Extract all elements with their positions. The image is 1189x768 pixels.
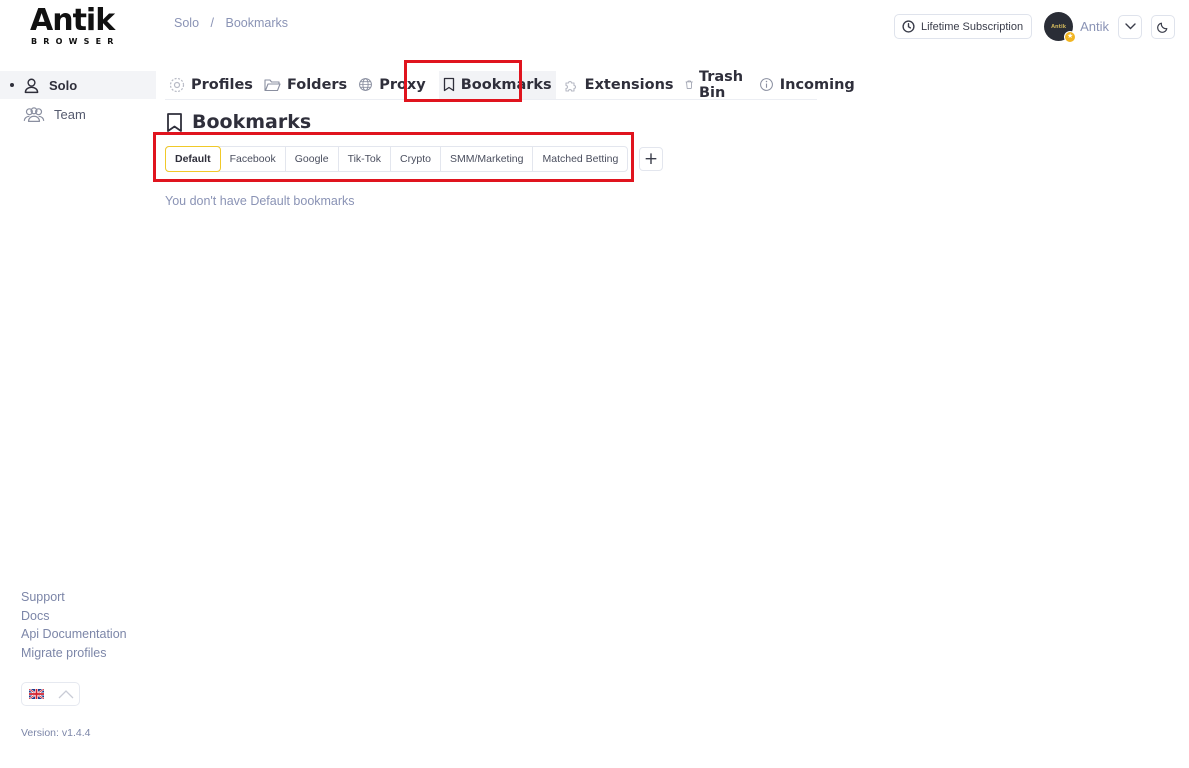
migrate-profiles-link[interactable]: Migrate profiles — [21, 644, 127, 663]
logo-wordmark: Antik — [30, 3, 115, 38]
sidebar-item-solo[interactable]: Solo — [0, 71, 156, 99]
user-icon — [24, 78, 39, 93]
tab-label: Profiles — [191, 76, 253, 93]
folder-icon — [264, 78, 281, 91]
chevron-up-icon — [58, 689, 74, 698]
avatar-text: Antik — [1051, 23, 1067, 30]
account-menu-button[interactable] — [1118, 14, 1142, 39]
globe-icon — [359, 78, 373, 91]
tab-trash-bin[interactable]: Trash Bin — [681, 68, 752, 101]
tab-label: Proxy — [379, 76, 426, 93]
bookmark-icon — [443, 77, 454, 92]
subscription-label: Lifetime Subscription — [920, 20, 1024, 33]
logo-subtitle: BROWSER — [31, 37, 120, 46]
tab-label: Incoming — [779, 76, 855, 93]
tab-incoming[interactable]: Incoming — [755, 71, 859, 99]
tab-folders[interactable]: Folders — [260, 71, 351, 99]
tab-label: Trash Bin — [698, 68, 744, 101]
tab-label: Extensions — [584, 76, 674, 93]
category-tab-default[interactable]: Default — [165, 146, 221, 172]
category-tab-crypto[interactable]: Crypto — [391, 147, 441, 171]
add-category-button[interactable]: + — [639, 147, 663, 171]
users-icon — [23, 106, 45, 122]
star-badge-icon: ★ — [1064, 31, 1077, 43]
api-documentation-link[interactable]: Api Documentation — [21, 625, 127, 644]
tab-label: Folders — [286, 76, 348, 93]
trash-icon — [685, 80, 693, 89]
category-tab-google[interactable]: Google — [286, 147, 339, 171]
sidebar-item-team[interactable]: Team — [0, 100, 156, 128]
category-tab-facebook[interactable]: Facebook — [221, 147, 286, 171]
moon-icon — [1157, 22, 1168, 33]
chevron-down-icon — [1124, 23, 1136, 30]
tab-bookmarks[interactable]: Bookmarks — [438, 70, 556, 99]
tab-profiles[interactable]: Profiles — [165, 71, 257, 99]
info-icon — [759, 78, 773, 91]
main-nav: Profiles Folders Proxy Bookmarks Extensi… — [165, 68, 855, 101]
app-logo[interactable]: Antik BROWSER — [30, 6, 126, 48]
tab-extensions[interactable]: Extensions — [559, 71, 678, 99]
active-dot — [10, 83, 14, 87]
docs-link[interactable]: Docs — [21, 607, 127, 626]
language-selector[interactable] — [21, 682, 80, 706]
breadcrumb-item-bookmarks: Bookmarks — [225, 16, 289, 30]
fingerprint-icon — [169, 77, 185, 92]
breadcrumb-separator: / — [210, 16, 214, 30]
breadcrumb-item-solo[interactable]: Solo — [174, 16, 199, 30]
empty-state-message: You don't have Default bookmarks — [165, 194, 355, 208]
bookmark-category-tabs: Default Facebook Google Tik-Tok Crypto S… — [165, 146, 629, 172]
plus-icon: + — [643, 149, 659, 169]
username[interactable]: Antik — [1080, 19, 1109, 34]
bookmark-icon — [167, 112, 182, 132]
category-tab-matched-betting[interactable]: Matched Betting — [533, 147, 627, 171]
tab-label: Bookmarks — [460, 76, 552, 93]
theme-toggle-button[interactable] — [1151, 14, 1175, 39]
sidebar-item-label: Team — [54, 106, 86, 122]
page-title: Bookmarks — [166, 111, 311, 133]
tab-proxy[interactable]: Proxy — [354, 71, 430, 99]
page-title-text: Bookmarks — [192, 111, 312, 133]
subscription-button[interactable]: Lifetime Subscription — [893, 14, 1033, 39]
sidebar-links: Support Docs Api Documentation Migrate p… — [21, 588, 127, 662]
support-link[interactable]: Support — [21, 588, 127, 607]
category-tab-tik-tok[interactable]: Tik-Tok — [339, 147, 392, 171]
category-tab-smm-marketing[interactable]: SMM/Marketing — [441, 147, 534, 171]
breadcrumb: Solo / Bookmarks — [174, 16, 288, 30]
app-version: Version: v1.4.4 — [21, 727, 91, 739]
clock-icon — [902, 20, 915, 33]
header-actions: Lifetime Subscription Antik ★ Antik — [893, 12, 1175, 43]
puzzle-icon — [565, 80, 576, 92]
sidebar-item-label: Solo — [49, 77, 78, 93]
avatar[interactable]: Antik ★ — [1044, 12, 1077, 43]
uk-flag-icon — [29, 689, 44, 699]
